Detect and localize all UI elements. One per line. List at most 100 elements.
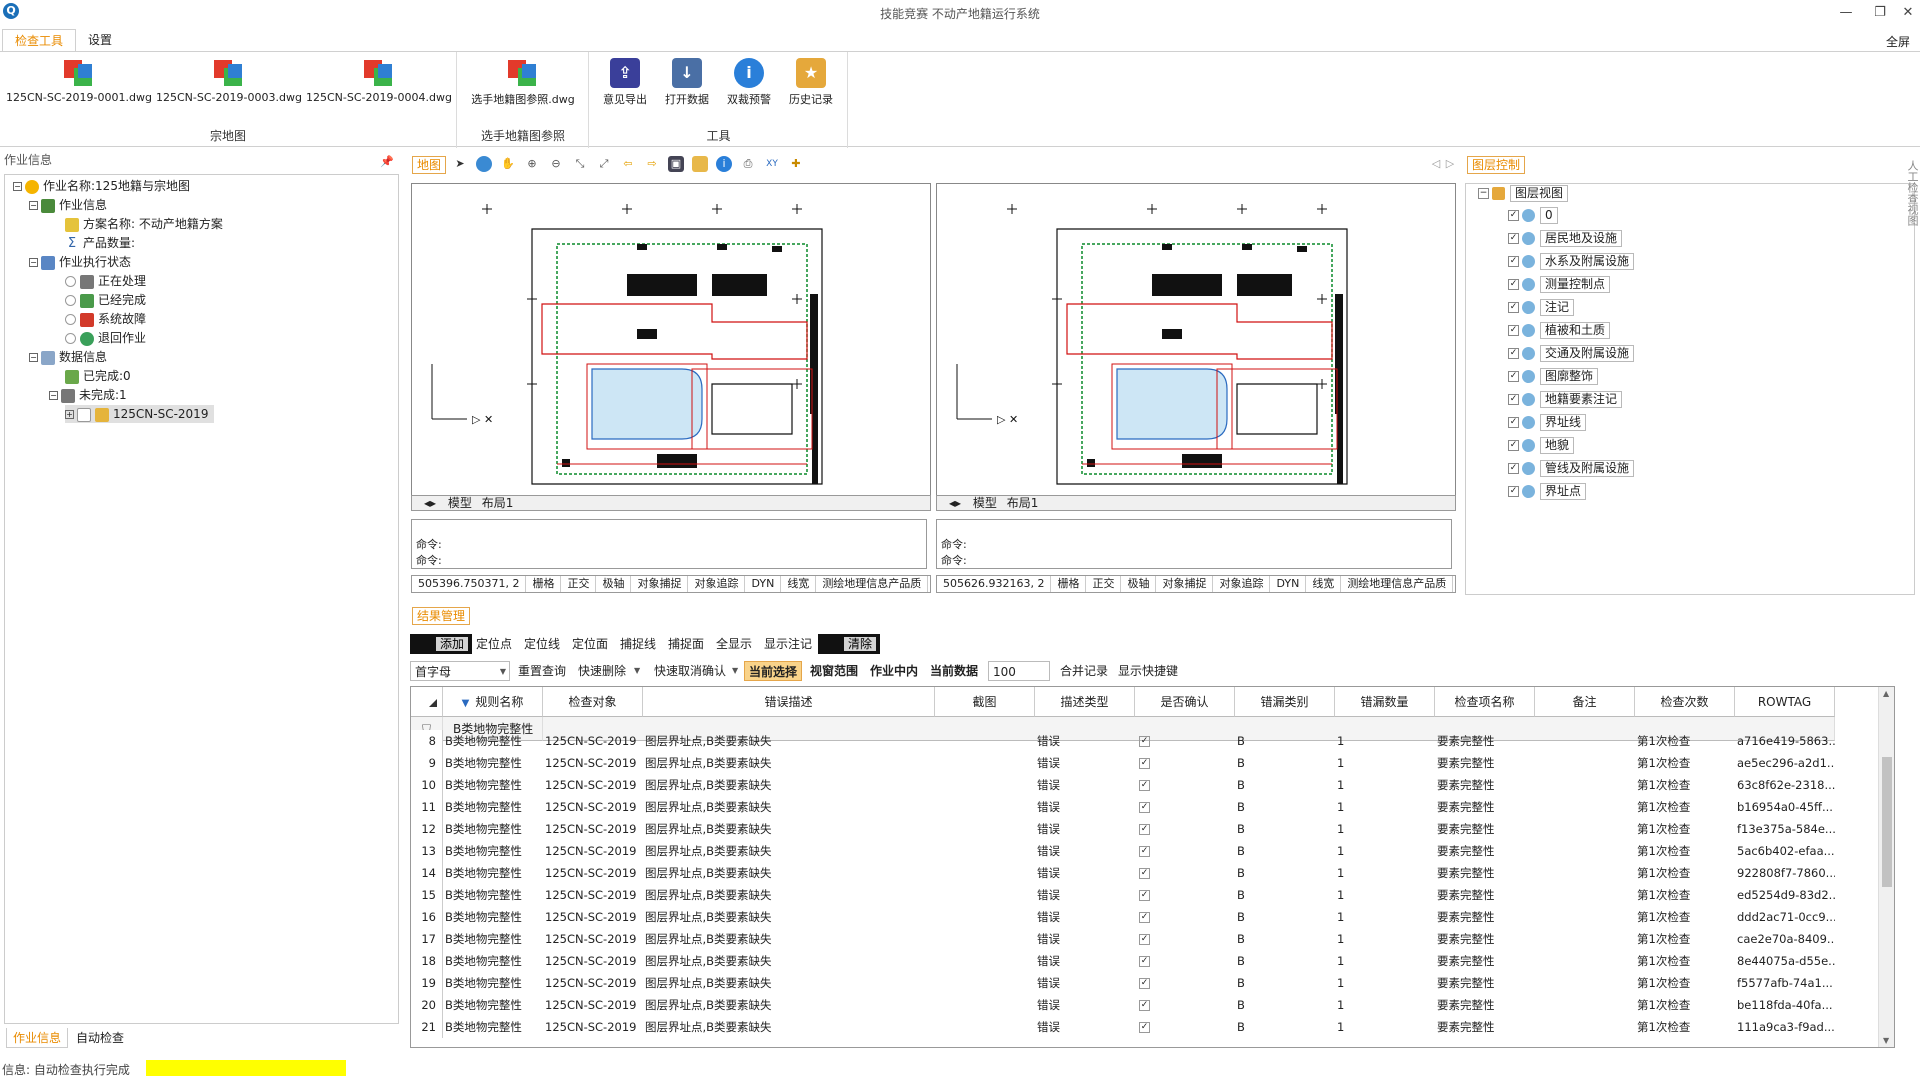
tree-node-product-count[interactable]: Σ 产品数量: bbox=[65, 234, 135, 252]
zoom-full-icon[interactable]: ⤢ bbox=[596, 156, 612, 172]
column-header[interactable]: 错漏类别 bbox=[1235, 687, 1335, 717]
layer-item-landform[interactable]: ✓ 地貌 bbox=[1508, 436, 1575, 454]
table-row[interactable]: 21 B类地物完整性 125CN-SC-2019 图层界址点,B类要素缺失 错误 ✓ B 1 要… bbox=[411, 1016, 1876, 1038]
column-header[interactable]: 备注 bbox=[1535, 687, 1635, 717]
forward-arrow-icon[interactable]: ⇨ bbox=[644, 156, 660, 172]
layer-item-pipelines[interactable]: ✓ 管线及附属设施 bbox=[1508, 459, 1635, 477]
table-row[interactable]: 13 B类地物完整性 125CN-SC-2019 图层界址点,B类要素缺失 错误 ✓ B 1 要… bbox=[411, 840, 1876, 862]
dwg-0003-button[interactable]: 125CN-SC-2019-0003.dwg bbox=[156, 58, 302, 104]
dyn-toggle[interactable]: DYN bbox=[1270, 576, 1307, 592]
table-row[interactable]: 9 B类地物完整性 125CN-SC-2019 图层界址点,B类要素缺失 错误 ✓ B 1 要素… bbox=[411, 752, 1876, 774]
tree-node-done-count[interactable]: 已完成:0 bbox=[65, 367, 131, 385]
product-quality-label[interactable]: 测绘地理信息产品质 bbox=[816, 576, 929, 592]
column-header[interactable]: 错误描述 bbox=[643, 687, 935, 717]
grid-toggle[interactable]: 栅格 bbox=[526, 576, 562, 592]
confirm-checkbox[interactable]: ✓ bbox=[1139, 912, 1150, 923]
current-data-button[interactable]: 当前数据 bbox=[930, 661, 978, 681]
show-shortcuts-button[interactable]: 显示快捷键 bbox=[1118, 661, 1178, 681]
confirm-checkbox[interactable]: ✓ bbox=[1139, 978, 1150, 989]
confirm-checkbox[interactable]: ✓ bbox=[1139, 736, 1150, 747]
layer-checkbox[interactable]: ✓ bbox=[1508, 233, 1519, 244]
record-count-input[interactable]: 100 bbox=[988, 661, 1050, 681]
dwg-0004-button[interactable]: 125CN-SC-2019-0004.dwg bbox=[306, 58, 452, 104]
layer-checkbox[interactable]: ✓ bbox=[1508, 463, 1519, 474]
column-header[interactable]: ▼ 规则名称 bbox=[443, 687, 543, 717]
tree-node-processing[interactable]: 正在处理 bbox=[65, 272, 146, 290]
layer-item-control-points[interactable]: ✓ 测量控制点 bbox=[1508, 275, 1611, 293]
save-icon[interactable]: ▣ bbox=[668, 156, 684, 172]
tree-node-scheme[interactable]: 方案名称: 不动产地籍方案 bbox=[65, 215, 223, 233]
layer-item-vegetation[interactable]: ✓ 植被和土质 bbox=[1508, 321, 1611, 339]
checkbox-icon[interactable] bbox=[77, 407, 91, 422]
scroll-up-icon[interactable]: ▲ bbox=[1883, 689, 1889, 698]
window-extent-button[interactable]: 视窗范围 bbox=[810, 661, 858, 681]
grid-toggle[interactable]: 栅格 bbox=[1051, 576, 1087, 592]
confirm-checkbox[interactable]: ✓ bbox=[1139, 758, 1150, 769]
osnap-toggle[interactable]: 对象捕捉 bbox=[631, 576, 689, 592]
locate-polygon-button[interactable]: 定位面 bbox=[572, 634, 608, 654]
scroll-thumb[interactable] bbox=[1882, 757, 1892, 887]
layer-item-hydrology[interactable]: ✓ 水系及附属设施 bbox=[1508, 252, 1635, 270]
layer-checkbox[interactable]: ✓ bbox=[1508, 371, 1519, 382]
radio-icon[interactable] bbox=[65, 276, 76, 287]
export-opinion-button[interactable]: ⇪ 意见导出 bbox=[596, 58, 654, 107]
tree-node-job-name[interactable]: − 作业名称:125地籍与宗地图 bbox=[13, 177, 190, 195]
column-header[interactable]: 描述类型 bbox=[1035, 687, 1135, 717]
layer-checkbox[interactable]: ✓ bbox=[1508, 256, 1519, 267]
tab-check-tools[interactable]: 检查工具 bbox=[2, 29, 77, 51]
polar-toggle[interactable]: 极轴 bbox=[596, 576, 632, 592]
restore-button[interactable]: ❐ bbox=[1866, 3, 1894, 23]
layer-item-0[interactable]: ✓ 0 bbox=[1508, 206, 1558, 224]
in-job-button[interactable]: 作业中内 bbox=[870, 661, 918, 681]
column-header[interactable]: 检查次数 bbox=[1635, 687, 1735, 717]
locate-line-button[interactable]: 定位线 bbox=[524, 634, 560, 654]
zoom-out-icon[interactable]: ⊖ bbox=[548, 156, 564, 172]
confirm-checkbox[interactable]: ✓ bbox=[1139, 956, 1150, 967]
column-header[interactable]: ROWTAG bbox=[1735, 687, 1835, 717]
tree-node-job-info[interactable]: − 作业信息 bbox=[29, 196, 107, 214]
open-data-button[interactable]: ↓ 打开数据 bbox=[658, 58, 716, 107]
lineweight-toggle[interactable]: 线宽 bbox=[1306, 576, 1342, 592]
close-button[interactable]: ✕ bbox=[1894, 3, 1920, 23]
table-row[interactable]: 10 B类地物完整性 125CN-SC-2019 图层界址点,B类要素缺失 错误 ✓ B 1 要… bbox=[411, 774, 1876, 796]
layer-checkbox[interactable]: ✓ bbox=[1508, 348, 1519, 359]
confirm-checkbox[interactable]: ✓ bbox=[1139, 824, 1150, 835]
history-button[interactable]: ★ 历史记录 bbox=[782, 58, 840, 107]
zoom-extent-icon[interactable]: ⤡ bbox=[572, 156, 588, 172]
table-row[interactable]: 16 B类地物完整性 125CN-SC-2019 图层界址点,B类要素缺失 错误 ✓ B 1 要… bbox=[411, 906, 1876, 928]
table-row[interactable]: 11 B类地物完整性 125CN-SC-2019 图层界址点,B类要素缺失 错误 ✓ B 1 要… bbox=[411, 796, 1876, 818]
tree-node-exec-status[interactable]: − 作业执行状态 bbox=[29, 253, 131, 271]
radio-icon[interactable] bbox=[65, 314, 76, 325]
tree-node-returned[interactable]: 退回作业 bbox=[65, 329, 146, 347]
confirm-checkbox[interactable]: ✓ bbox=[1139, 1022, 1150, 1033]
lineweight-toggle[interactable]: 线宽 bbox=[781, 576, 817, 592]
tree-node-system-fault[interactable]: 系统故障 bbox=[65, 310, 146, 328]
layer-checkbox[interactable]: ✓ bbox=[1508, 440, 1519, 451]
table-row[interactable]: 12 B类地物完整性 125CN-SC-2019 图层界址点,B类要素缺失 错误 ✓ B 1 要… bbox=[411, 818, 1876, 840]
confirm-checkbox[interactable]: ✓ bbox=[1139, 846, 1150, 857]
layer-item-annotation[interactable]: ✓ 注记 bbox=[1508, 298, 1575, 316]
model-tab[interactable]: 模型 bbox=[448, 496, 472, 510]
table-row[interactable]: 20 B类地物完整性 125CN-SC-2019 图层界址点,B类要素缺失 错误 ✓ B 1 要… bbox=[411, 994, 1876, 1016]
otrack-toggle[interactable]: 对象追踪 bbox=[1213, 576, 1271, 592]
radio-icon[interactable] bbox=[65, 333, 76, 344]
tree-node-pending-count[interactable]: − 未完成:1 bbox=[49, 386, 127, 404]
back-arrow-icon[interactable]: ⇦ bbox=[620, 156, 636, 172]
pin-icon[interactable]: 📌 bbox=[380, 152, 394, 172]
product-quality-label[interactable]: 测绘地理信息产品质 bbox=[1341, 576, 1454, 592]
show-all-button[interactable]: 全显示 bbox=[716, 634, 752, 654]
column-header[interactable]: 检查对象 bbox=[543, 687, 643, 717]
layer-checkbox[interactable]: ✓ bbox=[1508, 417, 1519, 428]
tab-auto-check[interactable]: 自动检查 bbox=[70, 1028, 130, 1048]
tab-results[interactable]: 结果管理 bbox=[412, 607, 471, 625]
add-button[interactable]: 添加 bbox=[410, 634, 473, 654]
clear-button[interactable]: 清除 bbox=[818, 634, 881, 654]
cad-map-view-2[interactable]: ▷ ✕ bbox=[936, 183, 1456, 496]
zoom-in-icon[interactable]: ⊕ bbox=[524, 156, 540, 172]
pointer-icon[interactable]: ➤ bbox=[452, 156, 468, 172]
layer-checkbox[interactable]: ✓ bbox=[1508, 302, 1519, 313]
current-selection-button[interactable]: 当前选择 bbox=[744, 661, 803, 681]
ortho-toggle[interactable]: 正交 bbox=[1086, 576, 1122, 592]
confirm-checkbox[interactable]: ✓ bbox=[1139, 1000, 1150, 1011]
locate-point-button[interactable]: 定位点 bbox=[476, 634, 512, 654]
